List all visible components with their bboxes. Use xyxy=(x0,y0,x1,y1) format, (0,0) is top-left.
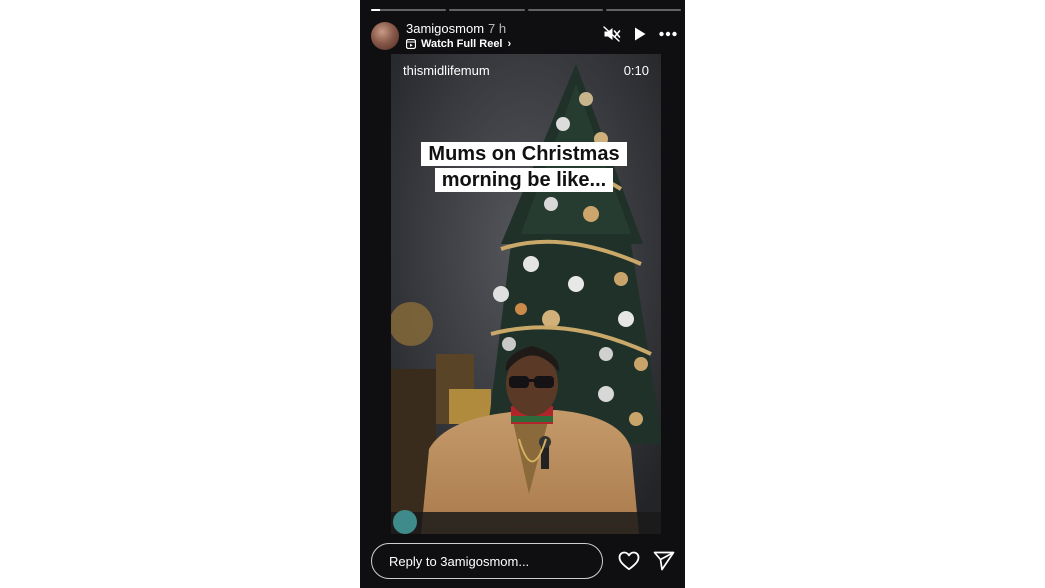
progress-fill xyxy=(371,9,381,11)
post-age: 7 h xyxy=(488,21,507,36)
story-viewer: 3amigosmom 7 h Watch Full Reel › thismid… xyxy=(360,0,685,588)
video-caption: Mums on Christmas morning be like... xyxy=(416,141,632,193)
chevron-right-icon: › xyxy=(507,38,512,50)
video-author[interactable]: thismidlifemum xyxy=(403,63,490,78)
reply-placeholder: Reply to 3amigosmom... xyxy=(389,554,530,569)
reel-icon xyxy=(406,39,416,49)
progress-segment xyxy=(371,9,447,11)
reel-link-label: Watch Full Reel xyxy=(421,38,503,50)
story-progress-bar xyxy=(371,9,681,11)
muted-speaker-icon[interactable] xyxy=(603,26,621,42)
reel-video[interactable]: thismidlifemum 0:10 Mums on Christmas mo… xyxy=(391,54,661,534)
caption-line: morning be like... xyxy=(434,168,614,192)
username[interactable]: 3amigosmom xyxy=(406,21,484,36)
heart-icon[interactable] xyxy=(618,551,640,571)
send-icon[interactable] xyxy=(653,551,675,571)
story-header: 3amigosmom 7 h Watch Full Reel › xyxy=(371,21,677,53)
avatar[interactable] xyxy=(371,22,399,50)
more-icon[interactable] xyxy=(659,31,677,37)
video-frame xyxy=(391,54,661,534)
play-icon[interactable] xyxy=(633,26,647,42)
progress-segment xyxy=(605,9,681,11)
progress-segment xyxy=(449,9,525,11)
watch-full-reel-link[interactable]: Watch Full Reel › xyxy=(406,38,511,50)
video-duration: 0:10 xyxy=(623,63,649,78)
progress-segment xyxy=(527,9,603,11)
caption-line: Mums on Christmas xyxy=(421,142,627,166)
reply-input[interactable]: Reply to 3amigosmom... xyxy=(371,543,603,579)
